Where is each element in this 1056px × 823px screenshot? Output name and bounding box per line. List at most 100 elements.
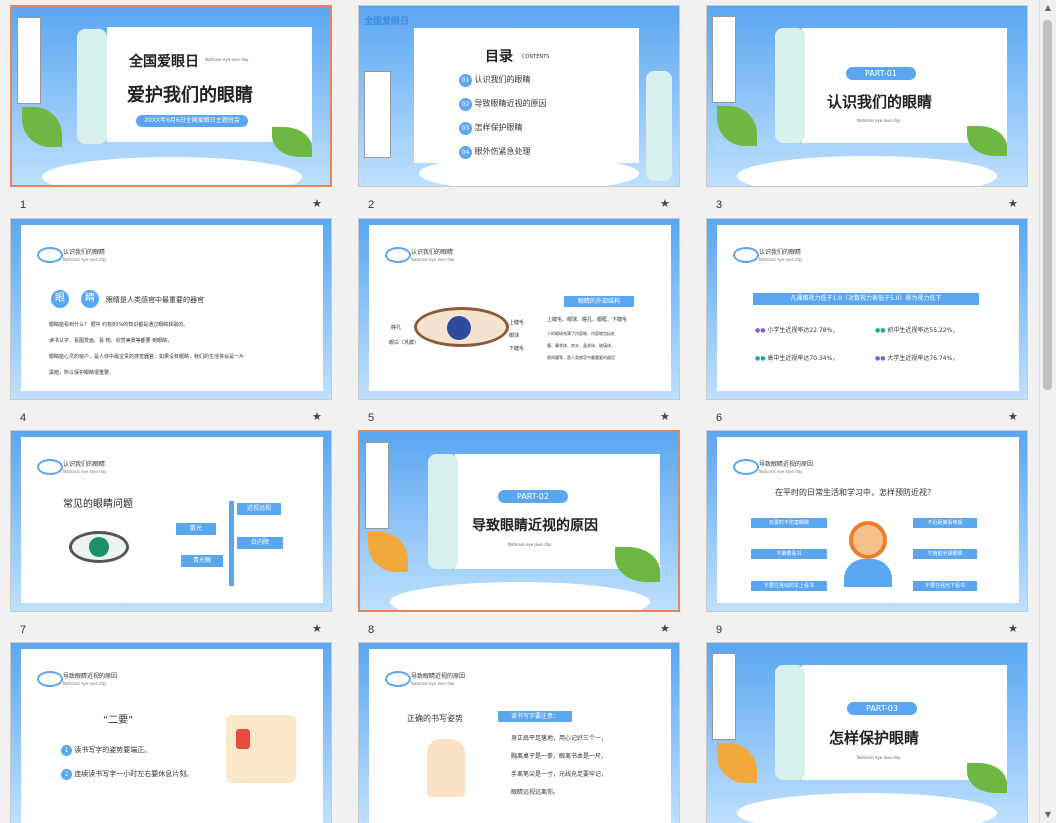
scrollbar-thumb[interactable] [1043,20,1052,390]
body-text: 胸离桌子是一拳，眼离书本是一尺， [511,753,608,760]
star-icon[interactable]: ★ [312,197,322,210]
section-subheader: National eye love day [63,469,107,474]
doctor-avatar-icon [849,521,887,559]
doctor-illustration [77,29,107,144]
body-text: 眼睛远视远离你。 [511,789,560,796]
slide-number: 4 [20,412,27,424]
slide-thumbnail-2[interactable]: 全国爱眼日 目录 CONTENTS 01 认识我们的眼睛 02 导致眼睛近视的原… [358,5,680,187]
star-icon[interactable]: ★ [660,197,670,210]
doctor-illustration [428,454,458,569]
section-subheader: National eye love day [759,469,803,474]
slide-heading: 眼睛是人类感官中最重要的器官 [106,296,204,304]
char-bubble: 眼 [51,290,69,308]
tip-box: 不要在晃动的车上看书 [751,581,827,591]
star-icon[interactable]: ★ [1008,410,1018,423]
slide-sorter-grid: 全国爱眼日 National eye love day 爱护我们的眼睛 20XX… [0,0,1040,823]
slide-subtitle: National eye love day [857,118,901,123]
slide-heading: “二要” [103,715,134,726]
eye-logo-icon [385,247,411,263]
slide-thumbnail-5[interactable]: 认识我们的眼睛 National eye love day 瞳孔 眼白（巩膜） … [358,218,680,400]
tip-box: 不用脏手揉眼睛 [913,549,977,559]
slide-number: 3 [716,199,723,211]
body-text: 手离笔尖是一寸，光线充足要牢记， [511,771,608,778]
body-text: 读书认字、看图赏画、看 物、欣赏美景等都要 到眼睛， [49,338,173,344]
toc-item: 02 导致眼睛近视的原因 [459,98,547,111]
toc-contents-label: CONTENTS [522,54,550,60]
star-icon[interactable]: ★ [312,622,322,635]
body-text: 上睫毛、眼球、瞳孔、眼眶、下睫毛 [547,317,628,323]
slide-number: 8 [368,624,375,636]
slide-thumbnail-12[interactable]: PART-03 怎样保护眼睛 National eye love day [706,642,1028,823]
star-icon[interactable]: ★ [660,622,670,635]
stat-item: ●● 初中生近视率达55.22%， [875,327,959,334]
slide-thumbnail-10[interactable]: 导致眼睛近视的原因 National eye love day “二要” 1 读… [10,642,332,823]
section-header: 认识我们的眼睛 [63,461,106,468]
signpost-sign: 近视远视 [237,503,281,515]
eye-chart-icon [364,71,391,158]
body-text: 眼睛能看到什么？ 据中 约有80%的知识都是通过眼睛获取的。 [49,322,189,328]
vertical-scrollbar[interactable]: ▲ ▼ [1039,0,1056,823]
eye-label: 眼球 [509,333,520,339]
star-icon[interactable]: ★ [312,410,322,423]
cloud-decoration [419,156,639,186]
star-icon[interactable]: ★ [1008,622,1018,635]
scroll-down-icon[interactable]: ▼ [1040,807,1056,823]
doctor-illustration [775,28,805,143]
slide-title: 导致眼睛近视的原因 [472,518,598,534]
section-subheader: National eye love day [63,681,107,686]
slide-thumbnail-3[interactable]: PART-01 认识我们的眼睛 National eye love day [706,5,1028,187]
slide-thumbnail-6[interactable]: 认识我们的眼睛 National eye love day 凡裸眼视力低于1.0… [706,218,1028,400]
slide-number: 5 [368,412,375,424]
tip-box: 不躺着看书 [751,549,827,559]
slide-question: 在平时的日常生活和学习中，怎样预防近视？ [775,488,935,497]
char-bubble: 睛 [81,290,99,308]
section-header: 导致眼睛近视的原因 [411,673,466,680]
eye-label: 眼白（巩膜） [389,340,420,346]
signpost-sign: 散光 [176,523,216,535]
tip-box: 不近距离看电视 [913,518,977,528]
slide-number: 1 [20,199,27,211]
tip-box: 不要在强光下看书 [913,581,977,591]
eye-logo-icon [37,247,63,263]
section-header: 导致眼睛近视的原因 [63,673,118,680]
body-text: 身正肩平足落地，用心记好三个一， [511,735,608,742]
slide-number: 2 [368,199,375,211]
eye-chart-icon [712,653,736,740]
slide-thumbnail-9[interactable]: 导致眼睛近视的原因 National eye love day 在平时的日常生活… [706,430,1028,612]
section-subheader: National eye love day [411,257,455,262]
body-text: 黑暗，所以保护眼睛很重要。 [49,370,115,376]
tip-box: 玩耍时不伤害眼睛 [751,518,827,528]
slide-thumbnail-7[interactable]: 认识我们的眼睛 National eye love day 常见的眼睛问题 近视… [10,430,332,612]
eye-logo-icon [733,247,759,263]
signpost-sign: 青光眼 [181,555,223,567]
section-header: 认识我们的眼睛 [411,249,454,256]
slide-title: 认识我们的眼睛 [827,93,933,111]
stat-item: ●● 小学生近视率达22.78%， [755,327,839,334]
slide-number: 9 [716,624,723,636]
iris-icon [447,316,471,340]
scroll-up-icon[interactable]: ▲ [1040,0,1056,16]
doctor-body-icon [844,559,892,587]
list-item: 2 连续读书写字一小时左右要休息片刻。 [61,769,193,780]
section-header: 导致眼睛近视的原因 [759,461,814,468]
slide-thumbnail-1[interactable]: 全国爱眼日 National eye love day 爱护我们的眼睛 20XX… [10,5,332,187]
section-header: 认识我们的眼睛 [759,249,802,256]
eye-chart-icon [365,442,389,529]
signpost-pole [229,501,234,586]
eye-chart-icon [712,16,736,103]
info-box-title: 眼睛的外部结构 [564,296,634,307]
star-icon[interactable]: ★ [1008,197,1018,210]
slide-heading: 常见的眼睛问题 [63,499,133,510]
slide-thumbnail-4[interactable]: 认识我们的眼睛 National eye love day 眼 睛 眼睛是人类感… [10,218,332,400]
toc-title: 目录 [485,49,513,65]
eye-logo-icon [37,459,63,475]
slide-thumbnail-11[interactable]: 导致眼睛近视的原因 National eye love day 正确的书写姿势 … [358,642,680,823]
slide-thumbnail-8[interactable]: PART-02 导致眼睛近视的原因 National eye love day [358,430,680,612]
banner-text: 凡裸眼视力低于1.0（对数视力表低于5.0）称为视力低下 [753,293,979,305]
star-icon[interactable]: ★ [660,410,670,423]
backpack-icon [236,729,250,749]
body-text: 膜、睫状体、房水、晶状体、玻璃体、 [547,343,615,348]
iris-icon [89,537,109,557]
eye-label: 上睫毛 [509,320,525,326]
slide-heading: 正确的书写姿势 [407,714,463,723]
